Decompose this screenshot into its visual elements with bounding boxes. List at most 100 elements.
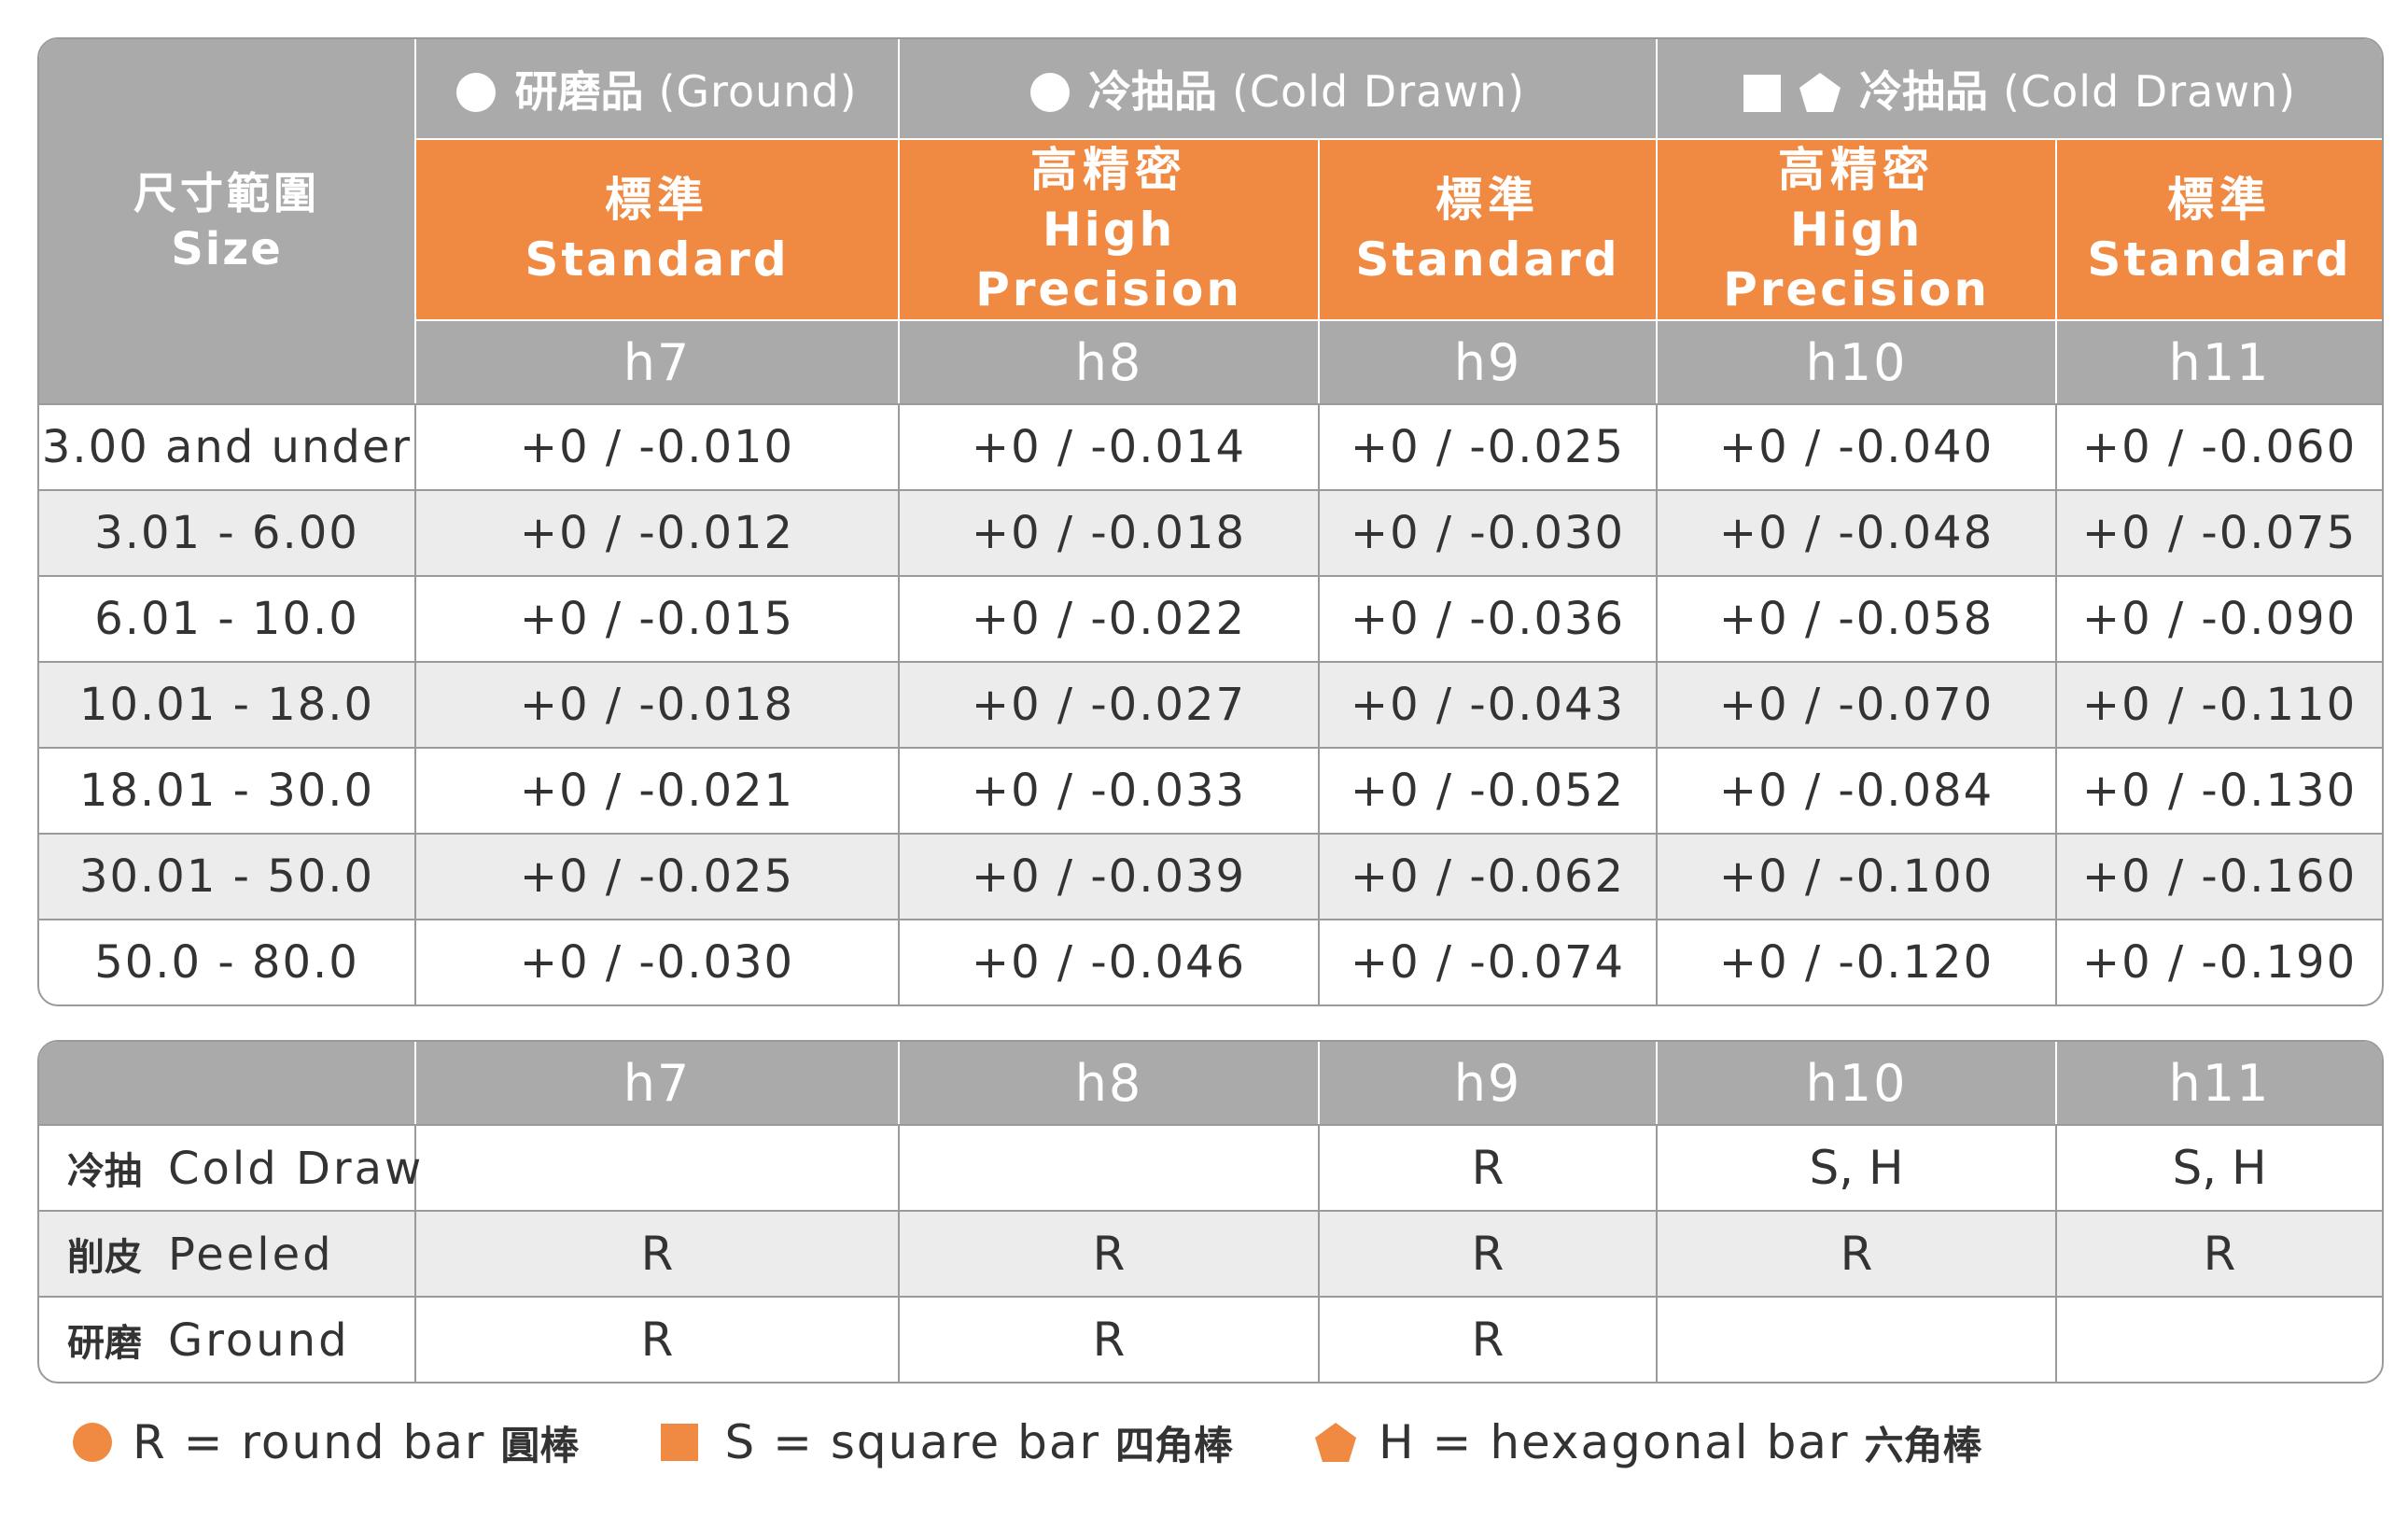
table-row: 3.00 and under +0 / -0.010 +0 / -0.014 +… <box>39 403 2383 489</box>
tolerance-cell: +0 / -0.018 <box>900 489 1320 575</box>
table-row: 研磨 Ground R R R <box>39 1296 2382 1382</box>
tolerance-cell: +0 / -0.075 <box>2057 489 2383 575</box>
grade-zh: 標準 <box>605 173 709 227</box>
tolerance-cell: +0 / -0.084 <box>1658 747 2058 833</box>
manufacturing-method-table: h7 h8 h9 h10 h11 冷抽 Cold Draw R S, H S, H… <box>37 1040 2384 1384</box>
legend-item-round: R = round bar 圓棒 <box>73 1414 579 1471</box>
group-label-en: (Ground) <box>658 66 858 117</box>
shape-cell: R <box>900 1210 1320 1296</box>
tolerance-cell: +0 / -0.014 <box>900 403 1320 489</box>
table-row: 50.0 - 80.0 +0 / -0.030 +0 / -0.046 +0 /… <box>39 919 2383 1004</box>
tolerance-cell: +0 / -0.190 <box>2057 919 2383 1004</box>
size-header-en: Size <box>171 223 283 275</box>
tolerance-cell: +0 / -0.030 <box>1320 489 1659 575</box>
shape-cell: R <box>1320 1210 1658 1296</box>
table-row: 18.01 - 30.0 +0 / -0.021 +0 / -0.033 +0 … <box>39 747 2383 833</box>
grade-header: 標準 Standard <box>2057 138 2383 319</box>
tolerance-cell: +0 / -0.110 <box>2057 661 2383 747</box>
method-label-zh: 削皮 <box>67 1236 142 1279</box>
tolerance-cell: +0 / -0.027 <box>900 661 1320 747</box>
method-corner-header <box>39 1042 416 1124</box>
tolerance-cell: +0 / -0.160 <box>2057 833 2383 919</box>
shape-cell: S, H <box>2057 1124 2382 1210</box>
tolerance-class-header: h8 <box>900 1042 1320 1124</box>
tolerance-cell: +0 / -0.025 <box>416 833 900 919</box>
shape-cell <box>1658 1296 2057 1382</box>
tolerance-table: 尺寸範圍 Size 研磨品 (Ground) 冷抽品 (Cold Drawn) … <box>37 37 2385 1006</box>
shape-cell: R <box>416 1296 900 1382</box>
legend-text-zh: 六角棒 <box>1864 1422 1982 1468</box>
tolerance-cell: +0 / -0.033 <box>900 747 1320 833</box>
tolerance-cell: +0 / -0.090 <box>2057 575 2383 661</box>
shape-cell: R <box>1320 1124 1658 1210</box>
tolerance-document: 尺寸範圍 Size 研磨品 (Ground) 冷抽品 (Cold Drawn) … <box>37 37 2385 1384</box>
group-label-en: (Cold Drawn) <box>1231 66 1526 117</box>
tolerance-class-header: h11 <box>2057 319 2383 403</box>
size-cell: 18.01 - 30.0 <box>39 747 416 833</box>
tolerance-cell: +0 / -0.010 <box>416 403 900 489</box>
size-cell: 6.01 - 10.0 <box>39 575 416 661</box>
tolerance-cell: +0 / -0.060 <box>2057 403 2383 489</box>
size-cell: 10.01 - 18.0 <box>39 661 416 747</box>
grade-header: 標準 Standard <box>1320 138 1659 319</box>
tolerance-class-header: h10 <box>1658 1042 2057 1124</box>
method-label-en: Ground <box>168 1314 350 1367</box>
grade-en: Standard <box>1355 232 1620 287</box>
legend-text-en: H = hexagonal bar <box>1379 1415 1850 1469</box>
tolerance-cell: +0 / -0.018 <box>416 661 900 747</box>
method-label: 研磨 Ground <box>39 1296 416 1382</box>
pentagon-icon <box>1799 73 1841 112</box>
grade-zh: 標準 <box>1435 173 1540 227</box>
legend-item-square: S = square bar 四角棒 <box>661 1414 1233 1471</box>
tolerance-cell: +0 / -0.039 <box>900 833 1320 919</box>
size-range-header: 尺寸範圍 Size <box>39 39 416 403</box>
tolerance-cell: +0 / -0.130 <box>2057 747 2383 833</box>
tolerance-cell: +0 / -0.025 <box>1320 403 1659 489</box>
circle-icon <box>73 1423 112 1462</box>
group-label-zh: 冷抽品 <box>1087 66 1217 117</box>
group-label-zh: 研磨品 <box>514 66 644 117</box>
circle-icon <box>456 73 497 112</box>
tolerance-cell: +0 / -0.052 <box>1320 747 1659 833</box>
shape-cell: S, H <box>1658 1124 2057 1210</box>
grade-header: 高精密 High Precision <box>1658 138 2058 319</box>
tolerance-cell: +0 / -0.048 <box>1658 489 2058 575</box>
tolerance-cell: +0 / -0.043 <box>1320 661 1659 747</box>
legend-item-hexagonal: H = hexagonal bar 六角棒 <box>1315 1414 1982 1471</box>
size-cell: 3.00 and under <box>39 403 416 489</box>
group-header-row: 尺寸範圍 Size 研磨品 (Ground) 冷抽品 (Cold Drawn) … <box>39 39 2383 403</box>
table-row: 6.01 - 10.0 +0 / -0.015 +0 / -0.022 +0 /… <box>39 575 2383 661</box>
square-icon <box>661 1424 699 1461</box>
group-cold-drawn-square-hex-header: 冷抽品 (Cold Drawn) <box>1658 39 2383 138</box>
shape-cell: R <box>416 1210 900 1296</box>
tolerance-cell: +0 / -0.030 <box>416 919 900 1004</box>
shape-cell: R <box>2057 1210 2382 1296</box>
pentagon-icon <box>1315 1423 1357 1462</box>
legend-text-zh: 圓棒 <box>500 1422 580 1468</box>
tolerance-cell: +0 / -0.120 <box>1658 919 2058 1004</box>
method-label-en: Cold Draw <box>168 1143 425 1195</box>
tolerance-cell: +0 / -0.062 <box>1320 833 1659 919</box>
tolerance-class-header: h7 <box>416 319 900 403</box>
tolerance-class-header: h10 <box>1658 319 2058 403</box>
shape-cell <box>900 1124 1320 1210</box>
shape-cell <box>416 1124 900 1210</box>
tolerance-class-header: h9 <box>1320 319 1659 403</box>
group-label-en: (Cold Drawn) <box>2003 66 2297 117</box>
tolerance-cell: +0 / -0.058 <box>1658 575 2058 661</box>
grade-en: Standard <box>2087 232 2352 287</box>
grade-zh: 標準 <box>2167 173 2273 227</box>
tolerance-class-header: h7 <box>416 1042 900 1124</box>
grade-en: Standard <box>525 232 790 287</box>
grade-en: High Precision <box>1723 203 1990 316</box>
method-label: 削皮 Peeled <box>39 1210 416 1296</box>
tolerance-cell: +0 / -0.015 <box>416 575 900 661</box>
legend-text-zh: 四角棒 <box>1115 1422 1234 1468</box>
group-label-zh: 冷抽品 <box>1858 66 1988 117</box>
table-row: 冷抽 Cold Draw R S, H S, H <box>39 1124 2382 1210</box>
grade-header: 高精密 High Precision <box>900 138 1320 319</box>
table-row: 3.01 - 6.00 +0 / -0.012 +0 / -0.018 +0 /… <box>39 489 2383 575</box>
method-class-row: h7 h8 h9 h10 h11 <box>39 1042 2382 1124</box>
method-label-en: Peeled <box>168 1229 334 1281</box>
grade-header: 標準 Standard <box>416 138 900 319</box>
